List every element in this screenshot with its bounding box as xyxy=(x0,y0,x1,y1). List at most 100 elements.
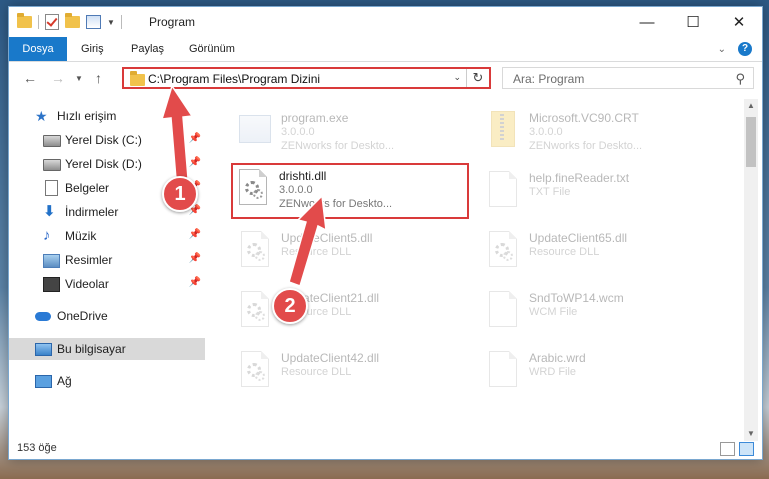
help-icon[interactable]: ? xyxy=(738,42,752,56)
file-detail: Resource DLL xyxy=(281,366,352,378)
sidebar-item-disk-c[interactable]: Yerel Disk (C:) 📌 xyxy=(9,129,205,151)
expand-ribbon-chevron-icon[interactable]: ⌄ xyxy=(718,44,726,55)
tab-share[interactable]: Paylaş xyxy=(131,37,164,61)
close-button[interactable]: ✕ xyxy=(716,7,762,37)
folder-icon xyxy=(17,13,32,28)
sidebar-item-this-pc[interactable]: Bu bilgisayar xyxy=(9,338,205,360)
exe-icon xyxy=(239,115,271,143)
scroll-up-icon[interactable]: ▲ xyxy=(744,99,758,113)
sidebar-item-label: Yerel Disk (D:) xyxy=(65,157,142,171)
pin-icon[interactable]: 📌 xyxy=(189,133,201,144)
maximize-icon: ☐ xyxy=(686,14,700,31)
pin-icon[interactable]: 📌 xyxy=(189,229,201,240)
network-icon xyxy=(35,375,52,388)
address-path[interactable]: C:\Program Files\Program Dizini xyxy=(148,72,320,86)
quick-access-toolbar: ▼ xyxy=(17,13,122,30)
file-detail: 3.0.0.0 xyxy=(529,126,563,138)
computer-icon xyxy=(35,343,52,356)
file-name: help.fineReader.txt xyxy=(529,171,630,185)
back-arrow-icon[interactable]: ← xyxy=(23,70,37,86)
list-item[interactable]: UpdateClient5.dll Resource DLL xyxy=(233,225,471,281)
navigation-bar: ← → ▼ ↑ C:\Program Files\Program Dizini … xyxy=(9,62,762,96)
sidebar-item-music[interactable]: ♪ Müzik 📌 xyxy=(9,225,205,247)
file-name: UpdateClient65.dll xyxy=(529,231,628,245)
details-view-icon[interactable] xyxy=(720,442,735,456)
item-count: 153 öğe xyxy=(17,442,57,454)
star-icon: ★ xyxy=(35,108,48,124)
sidebar-item-label: Videolar xyxy=(65,277,109,291)
list-item[interactable]: help.fineReader.txt TXT File xyxy=(481,165,719,221)
file-name: Arabic.wrd xyxy=(529,351,586,365)
view-properties-icon[interactable] xyxy=(86,15,101,29)
sidebar-item-label: İndirmeler xyxy=(65,205,119,219)
zip-folder-icon xyxy=(491,111,515,147)
gear-icon xyxy=(503,251,513,261)
folder-icon xyxy=(130,71,145,86)
maximize-button[interactable]: ☐ xyxy=(670,7,716,37)
file-name: UpdateClient5.dll xyxy=(281,231,373,245)
tab-file[interactable]: Dosya xyxy=(9,37,67,61)
file-detail: ZENworks for Deskto... xyxy=(281,140,395,152)
minimize-icon: — xyxy=(639,13,655,31)
tab-view[interactable]: Görünüm xyxy=(189,37,235,61)
file-name: UpdateClient42.dll xyxy=(281,351,380,365)
search-box[interactable]: Ara: Program ⚲ xyxy=(502,67,754,89)
scroll-thumb[interactable] xyxy=(746,117,756,167)
navigation-pane: ★ Hızlı erişim Yerel Disk (C:) 📌 Yerel D… xyxy=(9,99,205,441)
sidebar-item-videos[interactable]: Videolar 📌 xyxy=(9,273,205,295)
refresh-icon[interactable]: ↻ xyxy=(466,69,489,87)
tiles-view-icon[interactable] xyxy=(739,442,754,456)
sidebar-item-label: Hızlı erişim xyxy=(57,109,117,123)
vertical-scrollbar[interactable]: ▲ ▼ xyxy=(744,99,758,441)
pin-icon[interactable]: 📌 xyxy=(189,157,201,168)
forward-arrow-icon[interactable]: → xyxy=(51,70,65,86)
recent-locations-chevron-icon[interactable]: ▼ xyxy=(75,74,83,83)
new-folder-icon[interactable] xyxy=(65,13,80,28)
pin-icon[interactable]: 📌 xyxy=(189,253,201,264)
list-item[interactable]: Microsoft.VC90.CRT 3.0.0.0 ZENworks for … xyxy=(481,105,719,161)
blank-file-icon xyxy=(489,351,517,387)
ribbon-tabs: Dosya Giriş Paylaş Görünüm ⌄ ? xyxy=(9,37,762,62)
pictures-icon xyxy=(43,254,60,268)
list-item[interactable]: UpdateClient65.dll Resource DLL xyxy=(481,225,719,281)
search-input[interactable]: Ara: Program xyxy=(513,72,584,86)
list-item[interactable]: program.exe 3.0.0.0 ZENworks for Deskto.… xyxy=(233,105,471,161)
list-item-highlighted[interactable]: drishti.dll 3.0.0.0 ZENworks for Deskto.… xyxy=(231,163,469,219)
list-item[interactable]: UpdateClient42.dll Resource DLL xyxy=(233,345,471,401)
pin-icon[interactable]: 📌 xyxy=(189,277,201,288)
disk-icon xyxy=(43,159,61,171)
sidebar-item-label: Ağ xyxy=(57,374,72,388)
file-detail: TXT File xyxy=(529,186,571,198)
video-icon xyxy=(43,277,60,292)
file-name: SndToWP14.wcm xyxy=(529,291,624,305)
customize-toolbar-chevron-icon[interactable]: ▼ xyxy=(107,18,115,27)
search-icon[interactable]: ⚲ xyxy=(735,71,745,87)
ribbon-controls: ⌄ ? xyxy=(718,42,752,56)
list-item[interactable]: Arabic.wrd WRD File xyxy=(481,345,719,401)
sidebar-item-pictures[interactable]: Resimler 📌 xyxy=(9,249,205,271)
sidebar-item-network[interactable]: Ağ xyxy=(9,370,205,392)
toolbar-divider xyxy=(38,15,39,29)
address-bar[interactable]: C:\Program Files\Program Dizini ⌄ ↻ xyxy=(122,67,491,89)
list-item[interactable]: SndToWP14.wcm WCM File xyxy=(481,285,719,341)
address-dropdown-chevron-icon[interactable]: ⌄ xyxy=(453,72,461,83)
sidebar-item-onedrive[interactable]: OneDrive xyxy=(9,305,205,327)
disk-icon xyxy=(43,135,61,147)
file-detail: ZENworks for Deskto... xyxy=(529,140,643,152)
properties-check-icon[interactable] xyxy=(45,14,59,30)
tab-home[interactable]: Giriş xyxy=(81,37,104,61)
minimize-button[interactable]: — xyxy=(624,7,670,37)
sidebar-item-quick-access[interactable]: ★ Hızlı erişim xyxy=(9,105,205,127)
file-detail: WRD File xyxy=(529,366,577,378)
file-detail: Resource DLL xyxy=(281,246,352,258)
up-arrow-icon[interactable]: ↑ xyxy=(95,70,102,86)
list-item[interactable]: UpdateClient21.dll Resource DLL xyxy=(233,285,471,341)
file-detail: ZENworks for Deskto... xyxy=(279,198,393,210)
toolbar-divider xyxy=(120,15,122,29)
file-name: program.exe xyxy=(281,111,349,125)
download-icon: ⬇ xyxy=(43,203,56,220)
file-detail: 3.0.0.0 xyxy=(279,184,313,196)
sidebar-item-disk-d[interactable]: Yerel Disk (D:) 📌 xyxy=(9,153,205,175)
sidebar-item-label: Bu bilgisayar xyxy=(57,342,126,356)
blank-file-icon xyxy=(489,291,517,327)
